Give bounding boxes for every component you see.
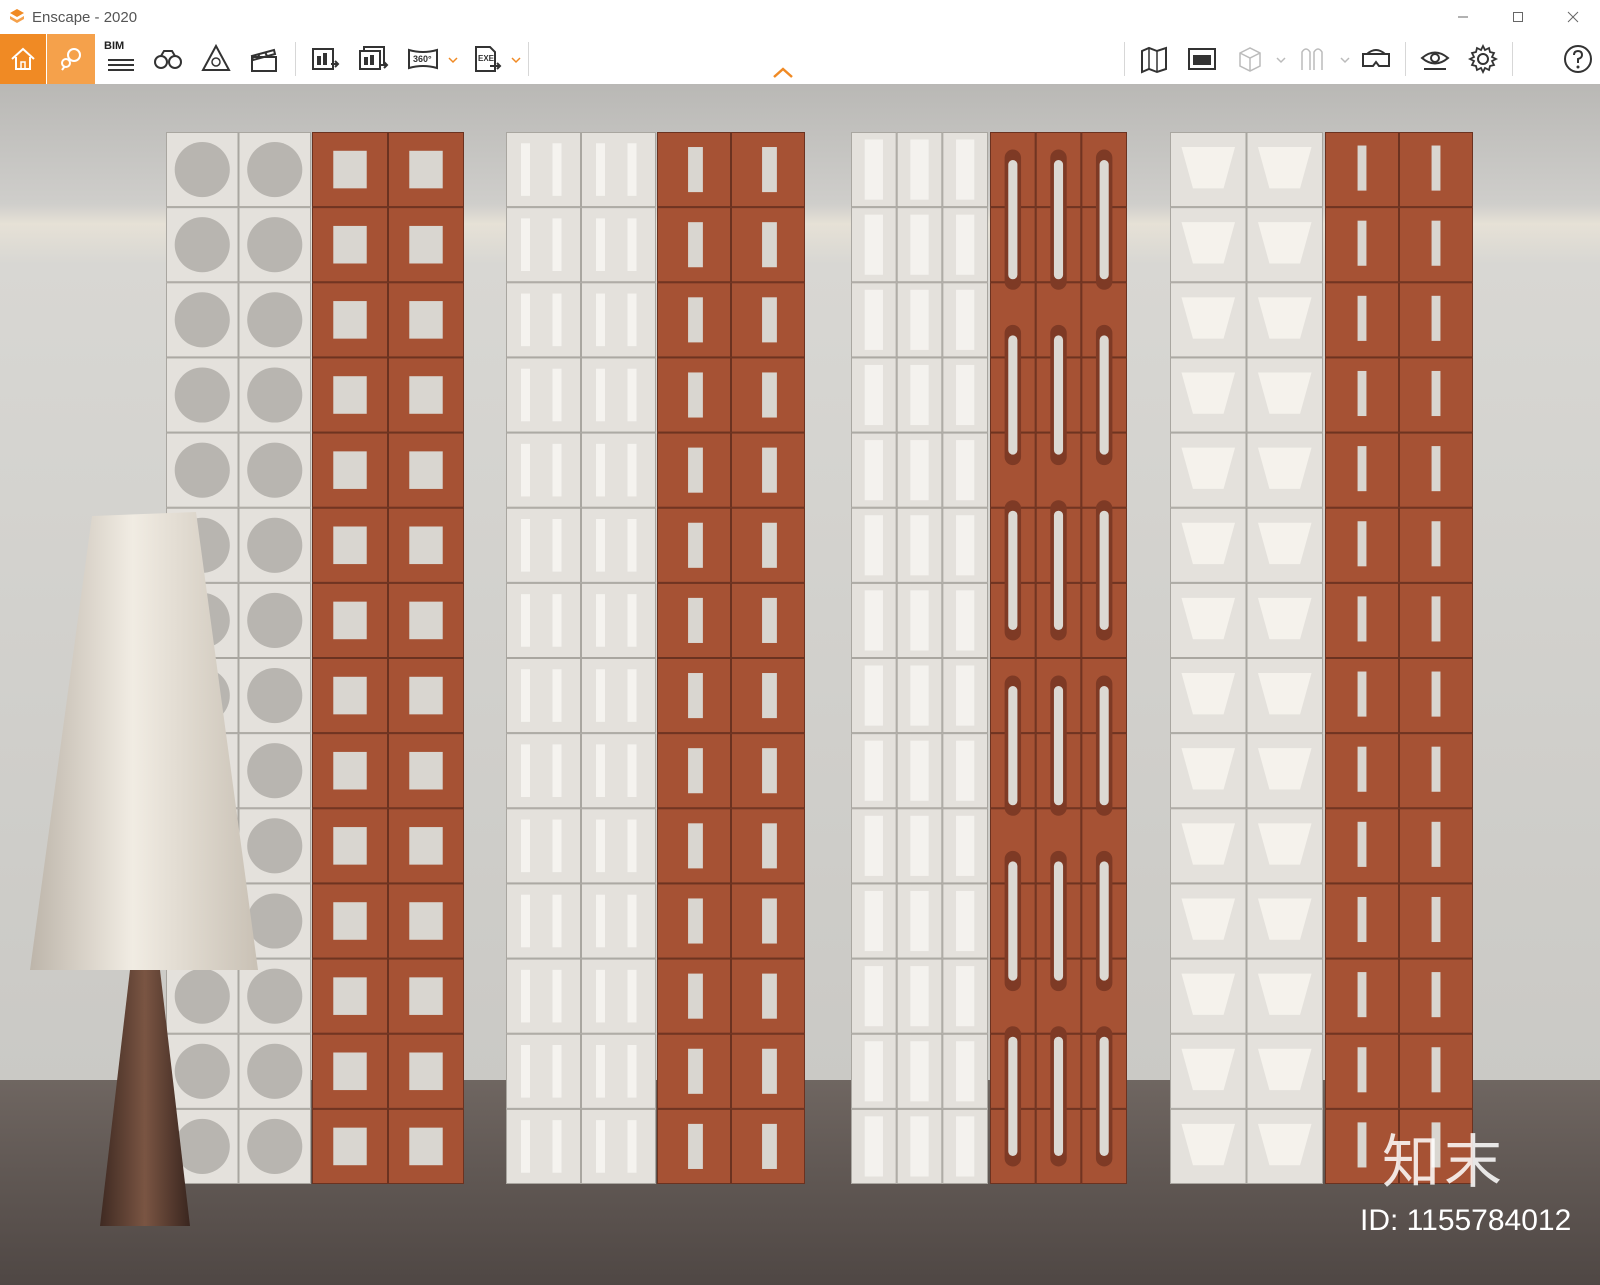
settings-button[interactable] [1463, 34, 1503, 84]
toolbar-separator [1512, 42, 1513, 76]
watermark-id: ID: 1155784012 [1360, 1204, 1571, 1237]
block-column [1170, 132, 1323, 1185]
chevron-down-icon[interactable] [511, 56, 521, 64]
block-column [851, 132, 988, 1185]
toolbar-separator [295, 42, 296, 76]
sun-button[interactable] [1292, 34, 1332, 84]
maximize-icon [1512, 12, 1523, 22]
minimize-icon [1457, 16, 1468, 18]
clapper-icon [250, 48, 277, 72]
enscape-toolbar: BIM 360° EXE [0, 34, 1600, 85]
home-button[interactable] [0, 34, 46, 84]
sun-icon [1301, 48, 1323, 70]
bim-button[interactable] [100, 34, 140, 84]
render-image-button[interactable] [305, 34, 345, 84]
svg-text:EXE: EXE [478, 54, 495, 63]
bim-icon [108, 59, 134, 71]
panorama-360-icon: 360° [408, 48, 438, 70]
block-column [657, 132, 805, 1185]
binoculars-icon [154, 50, 182, 69]
export-exe-icon: EXE [475, 46, 502, 72]
video-editor-button[interactable] [244, 34, 284, 84]
svg-text:360°: 360° [413, 54, 432, 64]
help-button[interactable] [1558, 34, 1598, 84]
block-column [312, 132, 464, 1185]
panorama-button[interactable]: 360° [401, 34, 445, 84]
eye-icon [1420, 51, 1450, 70]
toolbar-separator [1124, 42, 1125, 76]
chevron-down-icon[interactable] [448, 56, 458, 64]
map-icon [1141, 46, 1167, 74]
maximize-button[interactable] [1490, 0, 1545, 34]
collapse-toolbar-icon[interactable] [772, 66, 794, 80]
close-icon [1567, 11, 1578, 23]
binoculars-button[interactable] [148, 34, 188, 84]
asset-library-icon [1188, 48, 1216, 70]
asset-library-button[interactable] [1182, 34, 1222, 84]
chevron-down-icon[interactable] [1276, 56, 1286, 64]
render-image-icon [312, 48, 340, 70]
chevron-down-icon[interactable] [1340, 56, 1350, 64]
batch-render-button[interactable] [353, 34, 393, 84]
window-title: Enscape - 2020 [32, 8, 138, 26]
toolbar-separator [1405, 42, 1406, 76]
views-button[interactable] [47, 34, 95, 84]
close-button[interactable] [1545, 0, 1600, 34]
block-column [1325, 132, 1473, 1185]
visibility-button[interactable] [1415, 34, 1455, 84]
home-icon [11, 47, 35, 70]
rendered-scene-image: 知末 ID: 1155784012 [0, 84, 1600, 1285]
block-column [990, 132, 1128, 1185]
cube-icon [1239, 47, 1261, 72]
title-bar: Enscape - 2020 [0, 0, 1600, 34]
watermark-logo: 知末 [1382, 1128, 1506, 1196]
vr-headset-button[interactable] [1356, 34, 1396, 84]
gear-icon [1467, 43, 1499, 75]
toolbar-separator [528, 42, 529, 76]
render-viewport[interactable]: 知末 ID: 1155784012 [0, 84, 1600, 1285]
vr-headset-icon [1362, 49, 1390, 67]
perspective-button[interactable] [196, 34, 236, 84]
enscape-logo-icon [10, 9, 24, 23]
cube-button[interactable] [1230, 34, 1270, 84]
minimize-button[interactable] [1435, 0, 1490, 34]
location-pin-icon [61, 48, 81, 71]
perspective-icon [201, 43, 231, 71]
block-column [506, 132, 656, 1185]
export-button[interactable]: EXE [466, 34, 506, 84]
batch-render-icon [359, 46, 389, 70]
help-icon [1564, 45, 1592, 73]
map-button[interactable] [1134, 34, 1174, 84]
